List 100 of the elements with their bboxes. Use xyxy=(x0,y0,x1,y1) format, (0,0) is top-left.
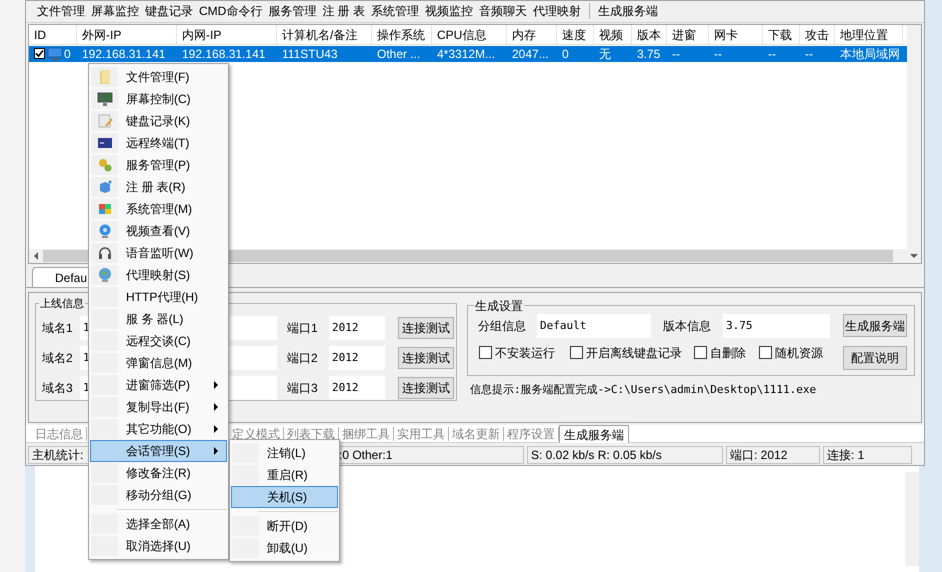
menu-item[interactable]: 服务管理(P) xyxy=(90,154,227,176)
menu-item[interactable]: 文件管理(F) xyxy=(90,66,227,88)
menu-item[interactable]: 视频查看(V) xyxy=(90,220,227,242)
connect-test-button[interactable]: 连接测试 xyxy=(398,376,454,399)
field-label: 端口2 xyxy=(287,350,319,367)
column-header[interactable]: 计算机名/备注 xyxy=(277,24,372,44)
column-header[interactable]: 内网-IP xyxy=(177,24,277,44)
toolbar-button[interactable]: 代理映射 xyxy=(530,2,584,20)
status-text: S: 0.02 kb/s R: 0.05 kb/s xyxy=(531,447,662,464)
menu-item[interactable]: 移动分组(G) xyxy=(90,484,227,506)
table-cell: 0 xyxy=(64,46,71,62)
status-text: :0 Other:1 xyxy=(339,447,392,464)
column-header[interactable]: 网卡 xyxy=(709,24,763,44)
toolbar-button[interactable]: 屏幕监控 xyxy=(88,2,142,20)
checkbox-label[interactable]: 随机资源 xyxy=(775,344,823,362)
bottom-tab[interactable]: 捆绑工具 xyxy=(339,424,393,443)
menu-item[interactable]: 语音监听(W) xyxy=(90,242,227,264)
scrollbar[interactable] xyxy=(905,472,919,566)
column-header[interactable]: 内存 xyxy=(507,24,557,44)
bottom-tab[interactable]: 生成服务端 xyxy=(559,424,629,443)
checkbox[interactable] xyxy=(34,48,45,60)
checkbox[interactable] xyxy=(479,346,492,360)
column-header[interactable]: 进窗 xyxy=(667,24,709,44)
table-cell: 0 xyxy=(562,46,569,62)
checkbox[interactable] xyxy=(759,346,772,360)
column-header[interactable]: 外网-IP xyxy=(77,24,177,44)
bottom-tab[interactable]: 域名更新 xyxy=(449,424,503,443)
table-cell: 无 xyxy=(599,46,611,62)
table-cell: 192.168.31.141 xyxy=(82,46,166,62)
menu-item[interactable]: 屏幕控制(C) xyxy=(90,88,227,110)
bottom-tab[interactable]: 日志信息 xyxy=(32,424,86,443)
menu-item[interactable]: 断开(D) xyxy=(231,515,338,537)
column-header[interactable]: CPU信息 xyxy=(432,24,507,44)
monitor-icon xyxy=(96,91,112,107)
config-help-button[interactable]: 配置说明 xyxy=(843,346,907,370)
checkbox-label[interactable]: 开启离线键盘记录 xyxy=(586,344,682,362)
table-row[interactable]: 0 192.168.31.141 192.168.31.141 111STU43 Other ... 4*3312M... 2047... 0 无 3.75 -- -- -- -- 本地局域网 xyxy=(29,46,907,62)
checkbox-label[interactable]: 不安装运行 xyxy=(495,344,555,362)
toolbar-button[interactable]: 注 册 表 xyxy=(319,2,368,20)
menu-item[interactable]: 其它功能(O) xyxy=(90,418,227,440)
menu-item[interactable]: 远程终端(T) xyxy=(90,132,227,154)
toolbar-button[interactable]: 音频聊天 xyxy=(476,2,530,20)
connect-test-button[interactable]: 连接测试 xyxy=(398,316,454,339)
column-header[interactable]: 操作系统 xyxy=(372,24,432,44)
window-icon xyxy=(96,201,112,217)
bottom-tab[interactable]: 列表下载 xyxy=(284,424,338,443)
submenu-arrow-icon xyxy=(214,381,218,389)
field-label: 域名3 xyxy=(42,380,74,397)
column-header[interactable]: 视频 xyxy=(594,24,632,44)
column-header[interactable]: 攻击 xyxy=(800,24,835,44)
menu-item[interactable]: 重启(R) xyxy=(231,464,338,486)
table-cell: -- xyxy=(768,46,776,62)
menu-item[interactable]: 复制导出(F) xyxy=(90,396,227,418)
toolbar-button[interactable]: 服务管理 xyxy=(265,2,320,20)
toolbar-button[interactable]: CMD命令行 xyxy=(196,2,266,20)
menu-item[interactable]: 修改备注(R) xyxy=(90,462,227,484)
toolbar-button[interactable]: 文件管理 xyxy=(34,2,88,20)
status-text: 主机统计: xyxy=(32,447,84,464)
table-cell: 4*3312M... xyxy=(437,46,496,62)
checkbox[interactable] xyxy=(570,346,583,360)
menu-item[interactable]: 弹窗信息(M) xyxy=(90,352,227,374)
group-field[interactable]: Default xyxy=(537,314,651,338)
menu-item[interactable]: 关机(S) xyxy=(231,486,338,508)
field-label: 端口3 xyxy=(287,380,319,397)
globe-icon xyxy=(96,267,112,283)
port-field[interactable]: 2012 xyxy=(329,316,385,340)
menu-item[interactable]: 选择全部(A) xyxy=(90,513,227,535)
column-header[interactable]: 下载 xyxy=(763,24,800,44)
menu-item[interactable]: 取消选择(U) xyxy=(90,535,227,557)
field-label: 域名1 xyxy=(42,320,74,337)
menu-item[interactable]: 键盘记录(K) xyxy=(90,110,227,132)
toolbar-button[interactable]: 键盘记录 xyxy=(142,2,196,20)
column-header[interactable]: ID xyxy=(29,24,77,44)
checkbox[interactable] xyxy=(694,346,707,360)
column-header[interactable]: 速度 xyxy=(557,24,594,44)
menu-item[interactable]: 卸载(U) xyxy=(231,537,338,559)
toolbar-button[interactable]: 系统管理 xyxy=(368,2,422,20)
menu-item[interactable]: 远程交谈(C) xyxy=(90,330,227,352)
menu-item[interactable]: 服 务 器(L) xyxy=(90,308,227,330)
port-field[interactable]: 2012 xyxy=(329,376,385,400)
version-field[interactable]: 3.75 xyxy=(723,314,830,338)
column-header[interactable]: 版本 xyxy=(632,24,667,44)
table-cell: -- xyxy=(672,46,680,62)
menu-item[interactable]: HTTP代理(H) xyxy=(90,286,227,308)
bottom-tab[interactable]: 程序设置 xyxy=(504,424,558,443)
field-label: 版本信息 xyxy=(663,318,712,335)
menu-item[interactable]: 注 册 表(R) xyxy=(90,176,227,198)
checkbox-label[interactable]: 自删除 xyxy=(710,344,746,362)
menu-item[interactable]: 会话管理(S) xyxy=(90,440,227,462)
toolbar-button[interactable]: 视频监控 xyxy=(422,2,476,20)
toolbar-button[interactable]: 生成服务端 xyxy=(595,2,661,20)
menu-item[interactable]: 系统管理(M) xyxy=(90,198,227,220)
column-header[interactable]: 地理位置 xyxy=(835,24,903,44)
connect-test-button[interactable]: 连接测试 xyxy=(398,346,454,369)
menu-item[interactable]: 进窗筛选(P) xyxy=(90,374,227,396)
bottom-tab[interactable]: 实用工具 xyxy=(394,424,448,443)
build-server-button[interactable]: 生成服务端 xyxy=(843,314,907,338)
menu-item[interactable]: 注销(L) xyxy=(231,442,338,464)
table-cell: 192.168.31.141 xyxy=(182,46,266,62)
port-field[interactable]: 2012 xyxy=(329,346,385,370)
